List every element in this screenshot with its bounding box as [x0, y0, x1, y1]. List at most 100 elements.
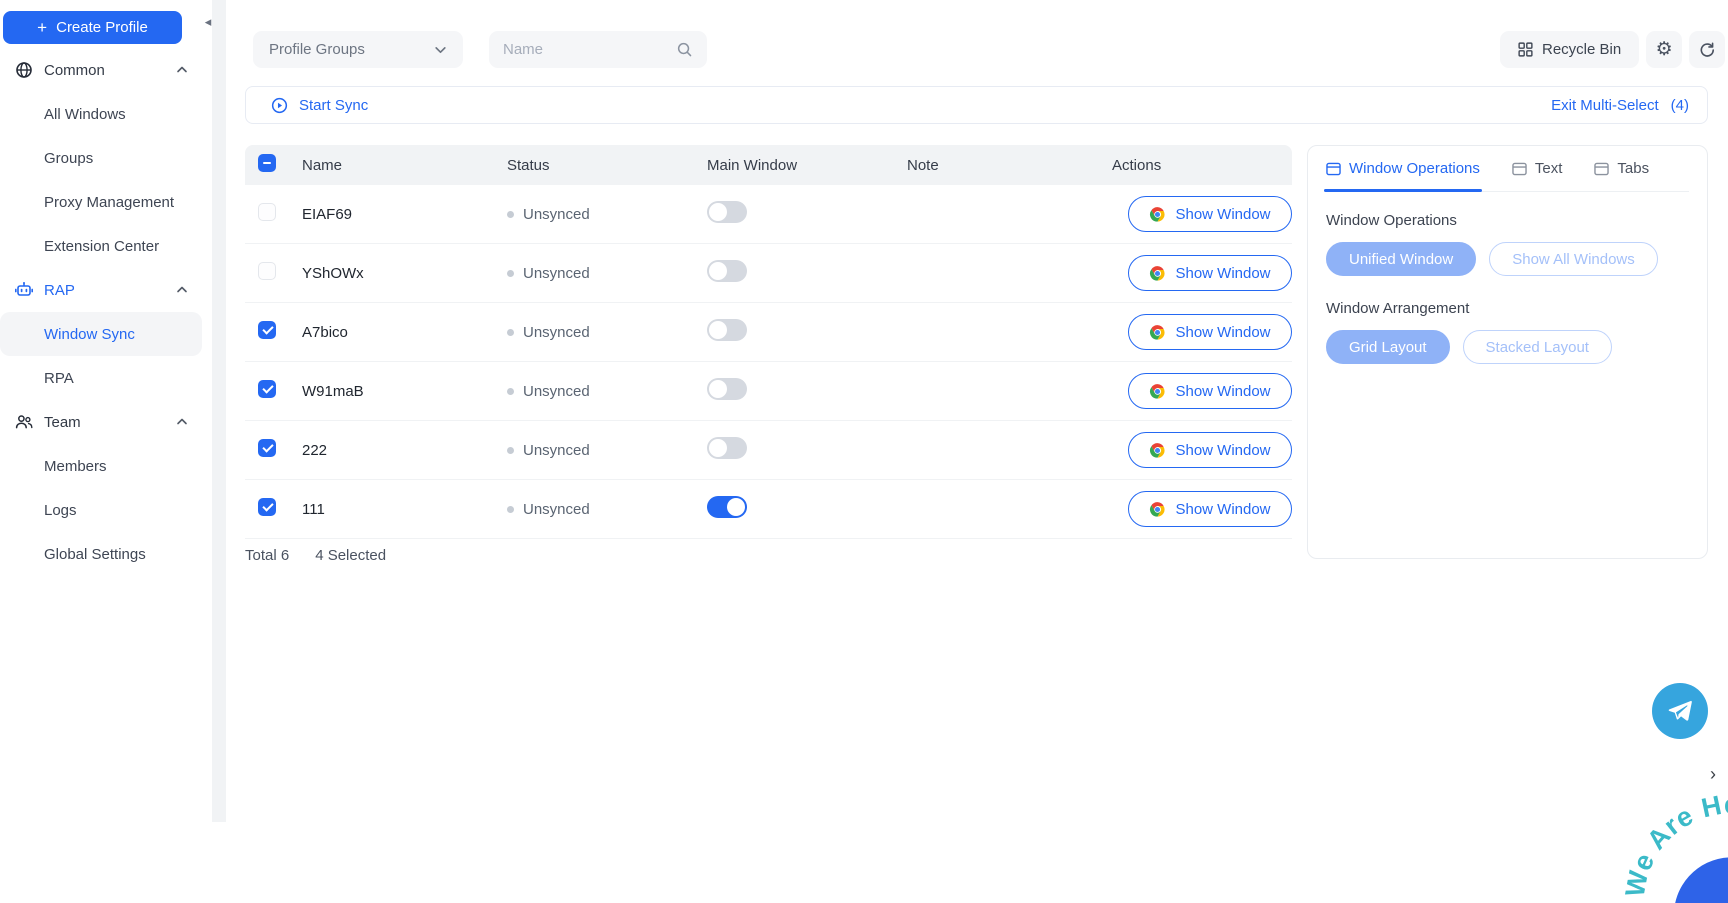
- main-window-toggle[interactable]: [707, 437, 747, 459]
- row-checkbox[interactable]: [258, 380, 276, 398]
- window-icon: [1594, 162, 1609, 176]
- sidebar-menu: Common All Windows Groups Proxy Manageme…: [0, 48, 202, 576]
- table-row: W91maB Unsynced Show Window: [245, 362, 1292, 421]
- sidebar-item-extension-center[interactable]: Extension Center: [0, 224, 202, 268]
- sidebar-item-all-windows[interactable]: All Windows: [0, 92, 202, 136]
- sidebar-item-logs[interactable]: Logs: [0, 488, 202, 532]
- main-window-toggle[interactable]: [707, 201, 747, 223]
- row-checkbox[interactable]: [258, 498, 276, 516]
- profile-name: EIAF69: [302, 206, 507, 223]
- sidebar-item-rpa[interactable]: RPA: [0, 356, 202, 400]
- status-text: Unsynced: [523, 383, 590, 400]
- chevron-down-icon: [434, 43, 447, 56]
- column-name: Name: [302, 157, 507, 174]
- column-status: Status: [507, 157, 707, 174]
- show-window-button[interactable]: Show Window: [1128, 373, 1292, 409]
- exit-multi-select-button[interactable]: Exit Multi-Select (4): [1551, 97, 1689, 114]
- name-search-field[interactable]: [489, 31, 707, 68]
- section-label: Common: [44, 62, 105, 79]
- main-window-toggle[interactable]: [707, 319, 747, 341]
- recycle-bin-button[interactable]: Recycle Bin: [1500, 31, 1639, 68]
- panel-body: Window Operations Unified Window Show Al…: [1308, 192, 1707, 408]
- status-dot: [507, 388, 514, 395]
- telegram-icon: [1666, 697, 1694, 725]
- status-text: Unsynced: [523, 501, 590, 518]
- chrome-icon: [1149, 501, 1166, 518]
- row-checkbox[interactable]: [258, 439, 276, 457]
- window-icon: [1326, 162, 1341, 176]
- row-checkbox[interactable]: [258, 203, 276, 221]
- telegram-button[interactable]: [1652, 683, 1708, 739]
- show-all-windows-button[interactable]: Show All Windows: [1489, 242, 1658, 276]
- chevron-up-icon: [176, 416, 188, 428]
- grid-icon: [1518, 42, 1533, 57]
- sidebar-item-groups[interactable]: Groups: [0, 136, 202, 180]
- unified-window-button[interactable]: Unified Window: [1326, 242, 1476, 276]
- profile-name: 222: [302, 442, 507, 459]
- select-all-checkbox[interactable]: [258, 154, 276, 172]
- start-sync-button[interactable]: Start Sync: [270, 96, 368, 115]
- sidebar-collapse-icon[interactable]: ◂: [199, 13, 217, 31]
- globe-icon: [13, 59, 35, 81]
- sticker-logo-circle: [1662, 845, 1728, 903]
- search-icon: [676, 41, 693, 58]
- chevron-up-icon: [176, 64, 188, 76]
- refresh-button[interactable]: [1689, 31, 1725, 68]
- profile-groups-value: Profile Groups: [269, 41, 365, 58]
- column-actions: Actions: [1112, 157, 1292, 174]
- section-label: RAP: [44, 282, 75, 299]
- selected-count: (4): [1671, 97, 1689, 114]
- column-note: Note: [907, 157, 1112, 174]
- show-window-button[interactable]: Show Window: [1128, 196, 1292, 232]
- table-footer: Total 6 4 Selected: [245, 541, 386, 569]
- show-window-button[interactable]: Show Window: [1128, 432, 1292, 468]
- status-text: Unsynced: [523, 442, 590, 459]
- sidebar-item-proxy-management[interactable]: Proxy Management: [0, 180, 202, 224]
- chevron-up-icon: [176, 284, 188, 296]
- drawer-handle-chevron-icon[interactable]: ›: [1710, 764, 1716, 785]
- profile-groups-select[interactable]: Profile Groups: [253, 31, 463, 68]
- status-dot: [507, 211, 514, 218]
- show-window-button[interactable]: Show Window: [1128, 314, 1292, 350]
- sticker-text: We Are Here: [1624, 777, 1728, 903]
- grid-layout-button[interactable]: Grid Layout: [1326, 330, 1450, 364]
- main-window-toggle[interactable]: [707, 378, 747, 400]
- tab-window-operations[interactable]: Window Operations: [1326, 146, 1480, 191]
- table-row: 111 Unsynced Show Window: [245, 480, 1292, 539]
- stacked-layout-button[interactable]: Stacked Layout: [1463, 330, 1612, 364]
- chrome-icon: [1149, 206, 1166, 223]
- window-icon: [1512, 162, 1527, 176]
- tab-tabs[interactable]: Tabs: [1594, 146, 1649, 191]
- main-window-toggle[interactable]: [707, 260, 747, 282]
- table-row: EIAF69 Unsynced Show Window: [245, 185, 1292, 244]
- settings-button[interactable]: ⚙: [1646, 31, 1682, 68]
- main-window-toggle[interactable]: [707, 496, 747, 518]
- status-dot: [507, 447, 514, 454]
- table-header: Name Status Main Window Note Actions: [245, 145, 1292, 185]
- profile-name: W91maB: [302, 383, 507, 400]
- gear-icon: ⚙: [1656, 40, 1673, 59]
- status-text: Unsynced: [523, 324, 590, 341]
- sidebar-item-members[interactable]: Members: [0, 444, 202, 488]
- row-checkbox[interactable]: [258, 321, 276, 339]
- sidebar-item-window-sync[interactable]: Window Sync: [0, 312, 202, 356]
- status-text: Unsynced: [523, 265, 590, 282]
- section-label: Team: [44, 414, 81, 431]
- refresh-icon: [1698, 41, 1716, 59]
- profile-name: 111: [302, 501, 507, 518]
- chrome-icon: [1149, 324, 1166, 341]
- chrome-icon: [1149, 383, 1166, 400]
- row-checkbox[interactable]: [258, 262, 276, 280]
- name-search-input[interactable]: [503, 41, 676, 58]
- sidebar-splitter[interactable]: [212, 0, 226, 822]
- create-profile-button[interactable]: + Create Profile: [3, 11, 182, 44]
- sidebar-item-global-settings[interactable]: Global Settings: [0, 532, 202, 576]
- show-window-button[interactable]: Show Window: [1128, 491, 1292, 527]
- chrome-icon: [1149, 442, 1166, 459]
- play-circle-icon: [270, 96, 289, 115]
- tab-text[interactable]: Text: [1512, 146, 1563, 191]
- show-window-button[interactable]: Show Window: [1128, 255, 1292, 291]
- sidebar-section-team[interactable]: Team: [0, 400, 202, 444]
- sidebar-section-common[interactable]: Common: [0, 48, 202, 92]
- sidebar-section-rap[interactable]: RAP: [0, 268, 202, 312]
